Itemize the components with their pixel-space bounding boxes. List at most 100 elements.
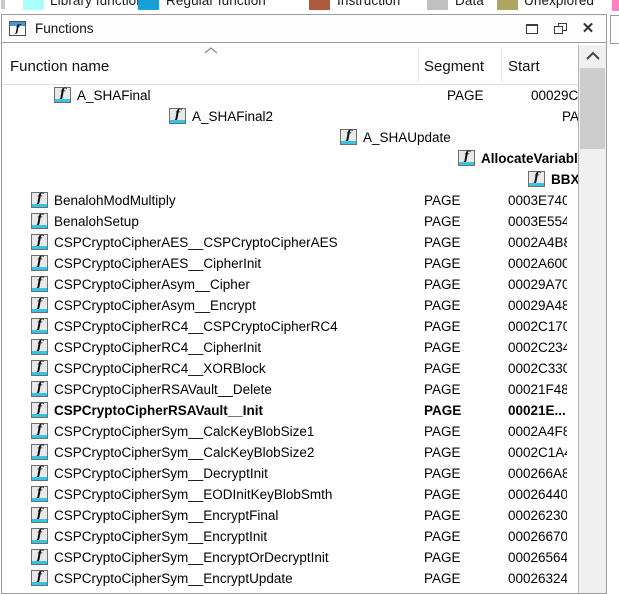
function-icon: f <box>31 192 48 208</box>
table-row[interactable]: f CSPCryptoCipherSym__CalcKeyBlobSize1 P… <box>2 421 578 442</box>
scrollbar-thumb[interactable] <box>580 68 605 149</box>
table-row[interactable]: f BBXorData PAGE 00025... <box>499 169 578 190</box>
function-icon-stripe <box>32 519 47 522</box>
function-name-cell: A_SHAFinal2 <box>192 106 273 127</box>
function-icon-stripe <box>32 477 47 480</box>
table-row[interactable]: f CSPCryptoCipherSym__EncryptInit PAGE 0… <box>2 526 578 547</box>
function-icon-stripe <box>32 540 47 543</box>
function-icon-stripe <box>32 204 47 207</box>
sort-ascending-icon <box>203 46 219 55</box>
table-row[interactable]: f CSPCryptoCipherRC4__CSPCryptoCipherRC4… <box>2 316 578 337</box>
segment-cell: PAGE <box>447 85 484 106</box>
segment-cell: PAGE <box>424 526 461 547</box>
table-row[interactable]: f CSPCryptoCipherRC4__CipherInit PAGE 00… <box>2 337 578 358</box>
function-icon: f <box>31 570 48 586</box>
table-row[interactable]: f CSPCryptoCipherSym__EncryptUpdate PAGE… <box>2 568 578 589</box>
legend-label: Unexplored <box>524 0 594 8</box>
restore-button[interactable] <box>546 17 574 41</box>
segment-cell: PAGE <box>424 421 461 442</box>
start-address-cell: 00026230 <box>508 505 567 526</box>
table-row[interactable]: f BenalohSetup PAGE 0003E554 <box>2 211 578 232</box>
function-icon-stripe <box>32 246 47 249</box>
column-header-function-name[interactable]: Function name <box>10 57 109 77</box>
close-button[interactable]: ✕ <box>574 17 602 41</box>
function-name-cell: CSPCryptoCipherRC4__CSPCryptoCipherRC4 <box>54 316 338 337</box>
function-icon-stripe <box>32 561 47 564</box>
start-address-cell: 00029CE0 <box>531 85 578 106</box>
segment-cell: PAGE <box>424 295 461 316</box>
table-row[interactable]: f CSPCryptoCipherSym__EncryptFinal PAGE … <box>2 505 578 526</box>
function-name-cell: CSPCryptoCipherSym__CalcKeyBlobSize2 <box>54 442 314 463</box>
function-icon: f <box>31 444 48 460</box>
function-name-cell: CSPCryptoCipherSym__EncryptFinal <box>54 505 278 526</box>
function-name-cell: CSPCryptoCipherRC4__CipherInit <box>54 337 261 358</box>
segment-cell: PAGE <box>424 484 461 505</box>
close-icon: ✕ <box>582 21 595 36</box>
scroll-up-button[interactable] <box>579 45 606 67</box>
table-row[interactable]: f CSPCryptoCipherSym__EncryptOrDecryptIn… <box>2 547 578 568</box>
table-row[interactable]: f CSPCryptoCipherRSAVault__Init PAGE 000… <box>2 400 578 421</box>
function-name-cell: BBXorData <box>551 169 578 190</box>
legend-item: Library function <box>23 0 153 13</box>
legend-color-swatch <box>138 0 159 10</box>
function-name-cell: BenalohSetup <box>54 211 139 232</box>
function-icon-stripe <box>32 225 47 228</box>
legend-label: Regular function <box>166 0 266 8</box>
table-row[interactable]: f A_SHAFinal2 PAGE 0003E490 <box>140 106 290 127</box>
function-icon: f <box>31 255 48 271</box>
function-name-cell: CSPCryptoCipherRSAVault__Delete <box>54 379 272 400</box>
table-row[interactable]: f CSPCryptoCipherAsym__Cipher PAGE 00029… <box>2 274 578 295</box>
table-row[interactable]: f A_SHAUpdate PAGE 0003E3E4 <box>311 127 421 148</box>
function-icon: f <box>31 297 48 313</box>
start-address-cell: 00021E... <box>508 400 567 421</box>
vertical-scrollbar[interactable] <box>578 45 606 593</box>
segment-cell: PAGE <box>424 274 461 295</box>
segment-cell: PAGE <box>424 190 461 211</box>
function-icon: f <box>31 528 48 544</box>
function-icon-stripe <box>32 414 47 417</box>
segment-cell: PAGE <box>424 568 461 589</box>
function-icon-stripe <box>32 393 47 396</box>
function-icon: f <box>31 465 48 481</box>
start-address-cell: 0002C1A4 <box>508 442 567 463</box>
column-separator[interactable] <box>418 47 419 82</box>
legend-label: Library function <box>50 0 144 8</box>
function-name-cell: CSPCryptoCipherAES__CipherInit <box>54 253 261 274</box>
function-icon-stripe <box>32 309 47 312</box>
maximize-button[interactable] <box>518 17 546 41</box>
chevron-up-icon <box>585 51 601 61</box>
function-icon: f <box>169 108 186 124</box>
function-icon-stripe <box>32 582 47 585</box>
table-row[interactable]: f CSPCryptoCipherAES__CSPCryptoCipherAES… <box>2 232 578 253</box>
table-row[interactable]: f CSPCryptoCipherSym__DecryptInit PAGE 0… <box>2 463 578 484</box>
legend-label: Data <box>455 0 484 8</box>
table-row[interactable]: f CSPCryptoCipherRSAVault__Delete PAGE 0… <box>2 379 578 400</box>
functions-window-icon: f <box>9 21 26 36</box>
function-icon-stripe <box>32 330 47 333</box>
segment-cell: PAGE <box>424 253 461 274</box>
column-header-start[interactable]: Start <box>508 57 540 77</box>
column-separator[interactable] <box>501 47 502 82</box>
legend-label: Instruction <box>337 0 400 8</box>
segment-cell: PAGE <box>424 379 461 400</box>
segment-cell: PAGE <box>424 337 461 358</box>
function-icon-stripe <box>459 162 474 165</box>
window-titlebar[interactable]: f Functions ✕ <box>2 15 606 43</box>
function-name-cell: CSPCryptoCipherSym__EncryptOrDecryptInit <box>54 547 329 568</box>
table-row[interactable]: f BenalohModMultiply PAGE 0003E740 <box>2 190 578 211</box>
restore-icon <box>554 23 567 34</box>
table-row[interactable]: f CSPCryptoCipherSym__EODInitKeyBlobSmth… <box>2 484 578 505</box>
function-icon-stripe <box>32 267 47 270</box>
function-name-cell: CSPCryptoCipherSym__DecryptInit <box>54 463 268 484</box>
start-address-cell: 000266A8 <box>508 463 567 484</box>
function-icon: f <box>31 213 48 229</box>
table-row[interactable]: f CSPCryptoCipherAsym__Encrypt PAGE 0002… <box>2 295 578 316</box>
table-row[interactable]: f CSPCryptoCipherSym__CalcKeyBlobSize2 P… <box>2 442 578 463</box>
table-row[interactable]: f CSPCryptoCipherRC4__XORBlock PAGE 0002… <box>2 358 578 379</box>
legend-color-swatch <box>497 0 518 10</box>
table-row[interactable]: f A_SHAFinal PAGE 00029CE0 <box>25 85 155 106</box>
table-row[interactable]: f AllocateVariableSizeMemory PAGE 000257… <box>429 148 499 169</box>
column-header-segment[interactable]: Segment <box>424 57 484 77</box>
table-row[interactable]: f CSPCryptoCipherAES__CipherInit PAGE 00… <box>2 253 578 274</box>
function-icon: f <box>31 507 48 523</box>
